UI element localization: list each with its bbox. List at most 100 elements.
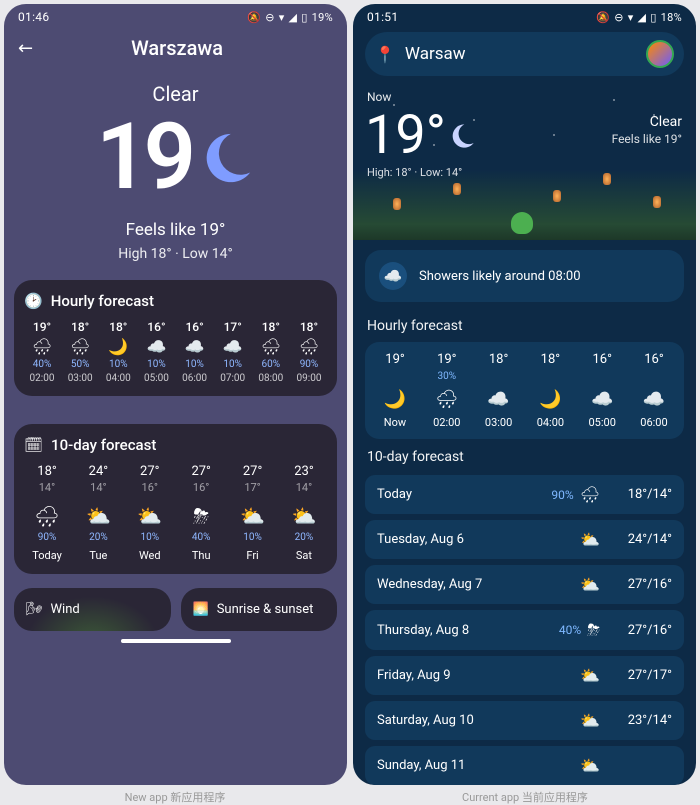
daily-list[interactable]: Today 90% 🌧 18°/14° Tuesday, Aug 6 ⛅ 24°… [365,469,684,785]
calendar-icon: 🗓 [24,436,43,454]
condition: Clear [650,114,682,130]
temperature: 19 [96,112,255,204]
weather-icon: ⛅ [580,756,600,775]
hourly-time: 05:00 [144,373,169,384]
high-low: High 18° · Low 14° [14,246,337,262]
daily-row[interactable]: Thursday, Aug 8 40% ⛈ 27°/16° [365,610,684,650]
feels-like: Feels like 19° [612,132,682,146]
daily-item[interactable]: 23° 14° ⛅ 20% Sat [281,464,327,562]
frog-mascot [511,212,533,234]
status-bar: 01:46 🔕 ⊖ ▾ ◢ ▯ 19% [4,4,347,26]
daily-row[interactable]: Wednesday, Aug 7 ⛅ 27°/16° [365,565,684,604]
hourly-temp: 18° [262,320,280,334]
nav-bar[interactable] [121,639,231,643]
hourly-item[interactable]: 18° 🌙 10% 04:00 [100,320,136,384]
daily-name: Wed [139,549,161,562]
feels-like: Feels like 19° [14,220,337,240]
precip-pct: 10% [147,359,166,370]
hourly-item[interactable]: 16° ☁️ 10% 06:00 [177,320,213,384]
wifi-icon: ▾ [279,11,285,24]
daily-item[interactable]: 18° 14° 🌧 90% Today [24,464,70,562]
weather-icon: 🌧 [580,485,600,504]
city-name: Warsaw [405,44,636,64]
daily-name: Thu [192,549,211,562]
hourly-item[interactable]: 18° 🌧 90% 09:00 [291,320,327,384]
hourly-time: 05:00 [588,416,615,429]
hourly-card[interactable]: 🕑 Hourly forecast 19° 🌧 40% 02:00 18° 🌧 … [14,280,337,396]
daily-row[interactable]: Saturday, Aug 10 ⛅ 23°/14° [365,701,684,740]
weather-icon: ⛈ [587,620,600,640]
hourly-item[interactable]: 16° ☁️ 06:00 [630,352,678,429]
daily-name: Thursday, Aug 8 [377,623,559,638]
daily-item[interactable]: 24° 14° ⛅ 20% Tue [75,464,121,562]
city-name: Warszawa [21,36,333,60]
hourly-item[interactable]: 18° 🌧 50% 03:00 [62,320,98,384]
weather-icon: 🌙 [108,337,128,356]
precip-pct: 40% [559,623,581,637]
hourly-temp: 19° [385,352,404,367]
weather-icon: ⛅ [580,575,600,594]
daily-low: 14° [296,481,312,494]
hourly-temp: 18° [71,320,89,334]
hourly-temp: 19° [437,352,456,367]
battery-icon: ▯ [301,11,307,24]
daily-high: 24° [89,464,108,479]
hourly-item[interactable]: 18° 🌧 60% 08:00 [253,320,289,384]
daily-item[interactable]: 27° 16° ⛅ 10% Wed [127,464,173,562]
hourly-item[interactable]: 19° 🌧 40% 02:00 [24,320,60,384]
hourly-item[interactable]: 16° ☁️ 05:00 [578,352,626,429]
hourly-item[interactable]: 17° ☁️ 10% 07:00 [215,320,251,384]
daily-row[interactable]: Friday, Aug 9 ⛅ 27°/17° [365,656,684,695]
daily-range: 27°/16° [612,623,672,638]
condition: Clear [14,82,337,106]
hourly-item[interactable]: 19° 🌙 Now [371,352,419,429]
hourly-time: 08:00 [258,373,283,384]
hourly-temp: 16° [185,320,203,334]
daily-range: 24°/14° [612,532,672,547]
status-bar: 01:51 🔕 ⊖ ▾ ◢ ▯ 18% [353,4,696,26]
alert-card[interactable]: ☁️ Showers likely around 08:00 [365,250,684,302]
hourly-item[interactable]: 18° 🌙 04:00 [526,352,574,429]
hourly-item[interactable]: 16° ☁️ 10% 05:00 [138,320,174,384]
sun-label: Sunrise & sunset [217,602,314,617]
hourly-row[interactable]: 19° 🌙 Now 19° 30% 🌧 02:00 18° ☁️ 03:00 1… [365,342,684,439]
sun-tile[interactable]: 🌅 Sunrise & sunset [181,588,338,631]
weather-icon: 🌧 [299,337,319,356]
signal-icon: ◢ [638,11,647,24]
wind-tile[interactable]: 🌬 Wind [14,588,171,631]
daily-low: 14° [39,481,55,494]
daily-range: 27°/16° [612,577,672,592]
daily-card[interactable]: 🗓 10-day forecast 18° 14° 🌧 90% Today 24… [14,424,337,574]
daily-row[interactable]: Sunday, Aug 11 ⛅ [365,746,684,785]
precip-pct: 10% [243,532,262,543]
hourly-time: 02:00 [30,373,55,384]
precip-pct: 60% [262,359,281,370]
current-app-screen: 01:51 🔕 ⊖ ▾ ◢ ▯ 18% 📍 Warsaw [353,4,696,785]
daily-high: 23° [294,464,313,479]
wifi-icon: ▾ [628,11,634,24]
weather-icon: ☁️ [591,389,613,410]
hourly-item[interactable]: 18° ☁️ 03:00 [475,352,523,429]
hourly-time: Now [384,416,406,429]
daily-row[interactable]: 18° 14° 🌧 90% Today 24° 14° ⛅ 20% Tue 27… [24,464,327,562]
daily-header: 🗓 10-day forecast [24,436,327,454]
daily-range: 18°/14° [612,487,672,502]
hourly-row[interactable]: 19° 🌧 40% 02:00 18° 🌧 50% 03:00 18° 🌙 10… [24,320,327,384]
hourly-item[interactable]: 19° 30% 🌧 02:00 [423,352,471,429]
daily-row[interactable]: Today 90% 🌧 18°/14° [365,475,684,514]
precip-pct: 10% [223,359,242,370]
avatar[interactable] [646,40,674,68]
hourly-time: 09:00 [297,373,322,384]
daily-item[interactable]: 27° 16° ⛈ 40% Thu [178,464,224,562]
daily-low: 16° [193,481,209,494]
daily-range: 27°/17° [612,668,672,683]
daily-low: 17° [244,481,260,494]
pin-icon: 📍 [375,45,395,64]
alert-text: Showers likely around 08:00 [419,269,581,284]
daily-item[interactable]: 27° 17° ⛅ 10% Fri [230,464,276,562]
precip-pct: 10% [140,532,159,543]
daily-row[interactable]: Tuesday, Aug 6 ⛅ 24°/14° [365,520,684,559]
location-bar[interactable]: 📍 Warsaw [365,32,684,76]
daily-name: Tue [89,549,107,562]
moon-icon [197,129,255,187]
